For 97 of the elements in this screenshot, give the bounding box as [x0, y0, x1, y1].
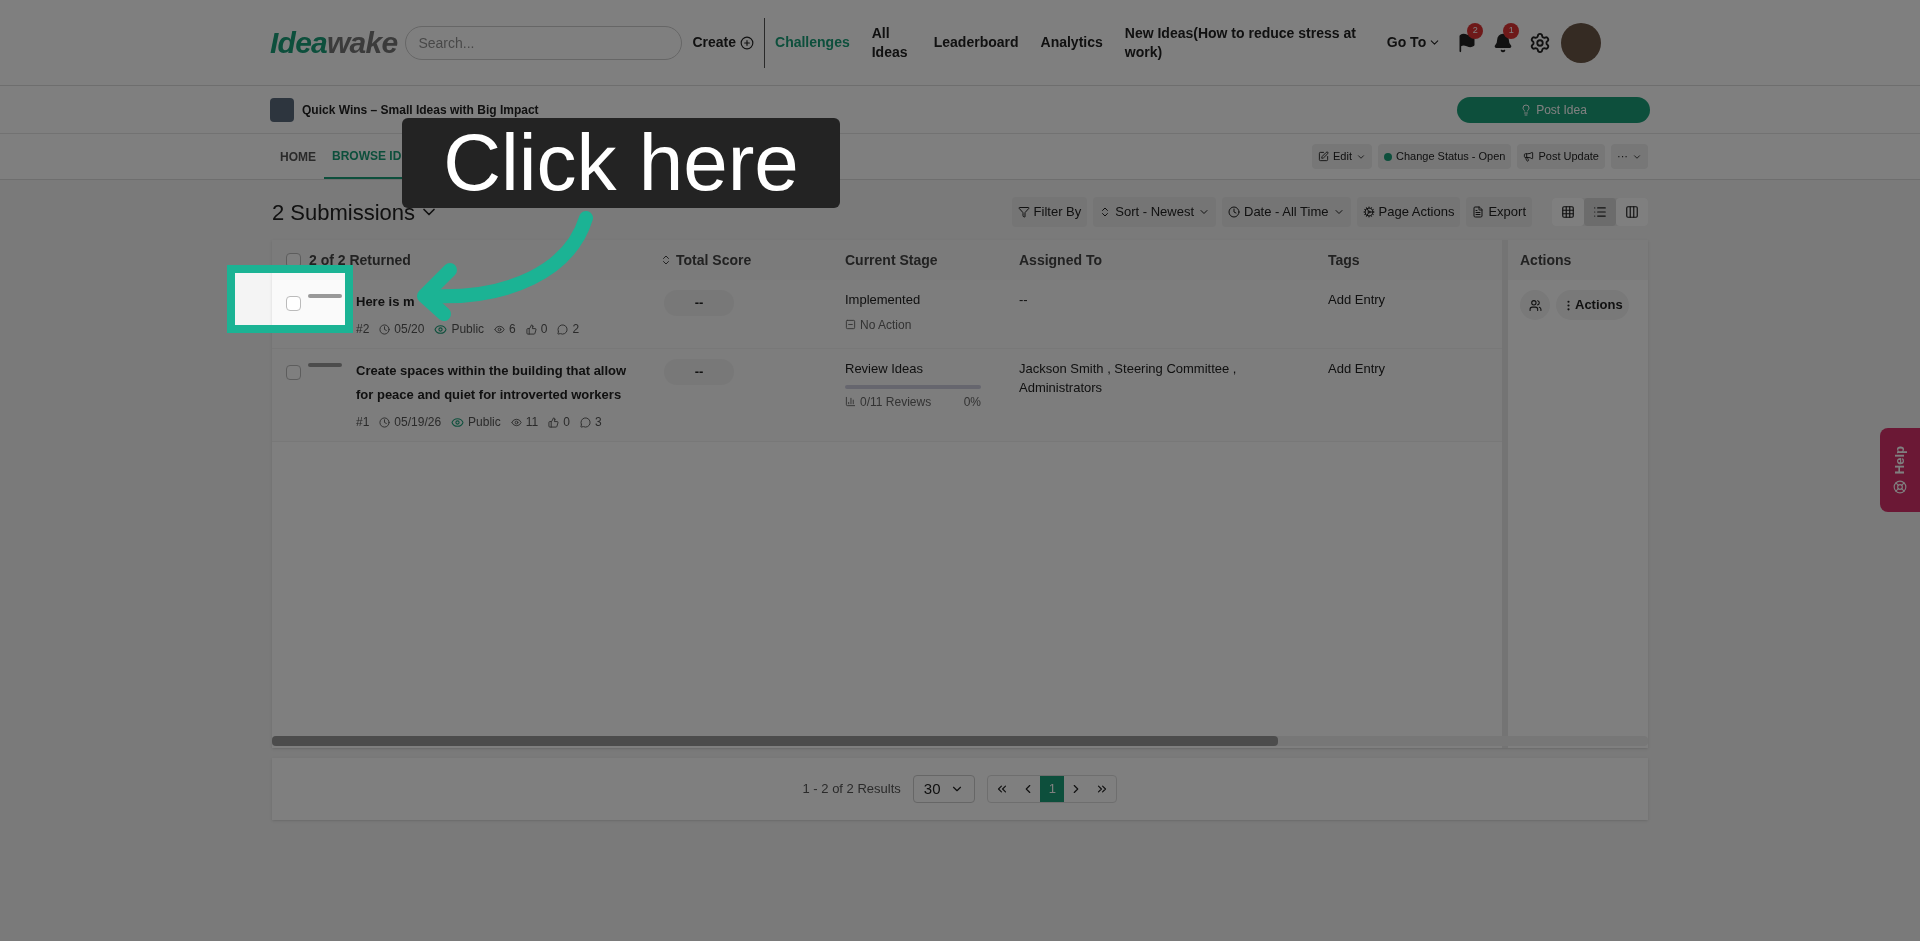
- stage-note: 0/11 Reviews: [860, 393, 932, 411]
- horizontal-scrollbar[interactable]: [272, 736, 1648, 746]
- view-toggle[interactable]: [1552, 198, 1584, 226]
- view-icon: [1593, 205, 1607, 219]
- more-button[interactable]: ···: [1611, 144, 1648, 169]
- visibility-text: Public: [468, 414, 501, 431]
- likes-count: 0: [540, 321, 548, 338]
- views-icon: [494, 323, 506, 335]
- thumbs-up-icon: [548, 416, 560, 428]
- stage-note: No Action: [860, 316, 912, 334]
- create-button[interactable]: Create: [692, 32, 754, 53]
- nav-link[interactable]: Leaderboard: [933, 33, 1019, 52]
- comment-icon: [557, 323, 569, 335]
- score-pill: --: [664, 359, 734, 385]
- toolbar-button[interactable]: Page Actions: [1356, 197, 1461, 227]
- view-toggle[interactable]: [1616, 198, 1648, 226]
- idea-date: 05/20: [394, 321, 425, 338]
- stage-name: Implemented: [845, 291, 922, 309]
- megaphone-icon: [1523, 151, 1535, 162]
- comments-count: 3: [594, 414, 602, 431]
- per-page-select[interactable]: 30: [912, 775, 976, 803]
- avatar[interactable]: [1561, 22, 1602, 63]
- bell-icon[interactable]: [1493, 32, 1514, 53]
- tab[interactable]: HOME: [272, 134, 324, 179]
- tool-icon: [1472, 206, 1485, 218]
- plus-icon: [740, 35, 754, 50]
- chart-icon: [845, 396, 856, 407]
- users-icon: [1528, 298, 1542, 312]
- assign-button[interactable]: [1520, 290, 1550, 320]
- idea-number: #2: [356, 321, 370, 338]
- idea-number: #1: [356, 414, 370, 431]
- sort-icon[interactable]: [660, 254, 672, 266]
- views-icon: [510, 416, 522, 428]
- likes-count: 0: [563, 414, 570, 431]
- results-summary: 1 - 2 of 2 Results: [802, 780, 901, 799]
- page-button[interactable]: 1: [1040, 776, 1065, 802]
- actions-button[interactable]: Actions: [1556, 290, 1629, 320]
- eye-icon: [434, 322, 448, 336]
- score-pill: --: [664, 290, 734, 316]
- visibility-text: Public: [451, 321, 485, 338]
- view-toggle[interactable]: [1584, 198, 1616, 226]
- idea-title[interactable]: Create spaces within the building that allow for peace and quiet for introverted workers: [356, 359, 632, 407]
- assigned-to: Jackson Smith , Steering Committee , Administrators: [1019, 360, 1238, 397]
- nav-link[interactable]: Challenges: [775, 33, 850, 52]
- add-entry-link[interactable]: Add Entry: [1328, 290, 1502, 338]
- tool-icon: [1228, 206, 1240, 218]
- column-header: 2 of 2 Returned: [309, 250, 411, 270]
- column-header: Actions: [1520, 250, 1572, 270]
- row-checkbox[interactable]: [286, 365, 301, 380]
- clock-icon: [379, 416, 391, 428]
- idea-title[interactable]: Here is m: [356, 290, 632, 314]
- toolbar-button[interactable]: Filter By: [1011, 197, 1088, 227]
- view-icon: [1625, 205, 1639, 219]
- view-icon: [1561, 205, 1575, 219]
- column-header: Tags: [1328, 250, 1361, 270]
- nav-link[interactable]: All Ideas: [871, 23, 912, 62]
- toolbar-button[interactable]: Date - All Time: [1222, 197, 1351, 227]
- nav-link[interactable]: New Ideas(How to reduce stress at work): [1124, 23, 1365, 62]
- toolbar-button[interactable]: Sort - Newest: [1093, 197, 1216, 227]
- column-header: Total Score: [676, 250, 752, 270]
- tool-icon: [1362, 206, 1375, 218]
- row-checkbox[interactable]: [286, 296, 301, 311]
- lifebuoy-icon: [1893, 480, 1907, 495]
- idea-date: 05/19/26: [394, 414, 442, 431]
- drag-handle[interactable]: [308, 294, 342, 298]
- tooltip: Click here: [402, 118, 840, 208]
- help-tab[interactable]: Help: [1880, 428, 1920, 512]
- thumbs-up-icon: [525, 323, 537, 335]
- eye-icon: [451, 415, 465, 429]
- edit-button[interactable]: Edit: [1312, 144, 1372, 169]
- post-update-button[interactable]: Post Update: [1517, 144, 1605, 169]
- comments-count: 2: [572, 321, 580, 338]
- column-header: Current Stage: [845, 250, 939, 270]
- column-header: Assigned To: [1019, 250, 1103, 270]
- tool-icon: [1017, 206, 1030, 218]
- minus-icon: [845, 319, 856, 330]
- edit-icon: [1318, 151, 1329, 162]
- views-count: 6: [509, 321, 516, 338]
- lightbulb-icon: [1520, 103, 1533, 116]
- add-entry-link[interactable]: Add Entry: [1328, 359, 1502, 431]
- clock-icon: [379, 323, 391, 335]
- settings-icon[interactable]: [1529, 31, 1552, 54]
- assigned-to: --: [1019, 291, 1029, 309]
- challenge-thumbnail: [270, 97, 294, 122]
- stage-name: Review Ideas: [845, 360, 925, 378]
- toolbar-button[interactable]: Export: [1466, 197, 1532, 227]
- post-idea-button[interactable]: Post Idea: [1457, 96, 1650, 123]
- challenge-title: Quick Wins – Small Ideas with Big Impact: [302, 101, 539, 119]
- views-count: 11: [525, 414, 539, 431]
- nav-link[interactable]: Analytics: [1040, 33, 1103, 52]
- change-status-button[interactable]: Change Status - Open: [1378, 144, 1512, 169]
- goto-menu[interactable]: Go To: [1386, 32, 1442, 53]
- drag-handle[interactable]: [308, 363, 342, 367]
- comment-icon: [579, 416, 591, 428]
- flag-badge: 2: [1467, 22, 1484, 39]
- review-percent: 0%: [963, 393, 981, 411]
- logo[interactable]: Ideawake: [270, 20, 398, 65]
